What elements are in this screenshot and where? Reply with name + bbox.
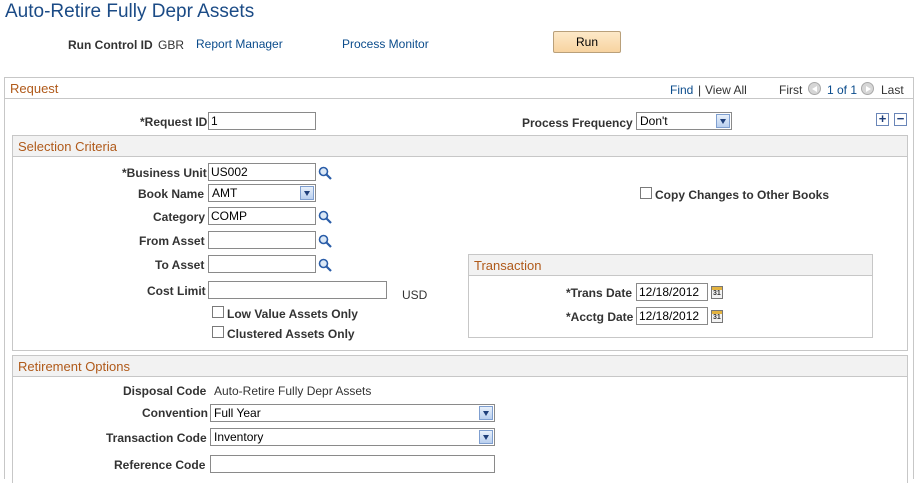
cost-limit-input[interactable] bbox=[208, 281, 387, 299]
book-name-select[interactable]: AMT bbox=[208, 184, 316, 202]
selection-criteria-header: Selection Criteria bbox=[13, 136, 907, 157]
request-header: Request bbox=[5, 78, 913, 99]
search-icon[interactable] bbox=[318, 258, 332, 272]
process-frequency-value: Don't bbox=[640, 114, 668, 128]
trans-date-label: *Trans Date bbox=[566, 286, 633, 300]
book-name-label: Book Name bbox=[138, 187, 205, 201]
from-asset-label: From Asset bbox=[139, 234, 205, 248]
convention-value: Full Year bbox=[214, 406, 261, 420]
next-icon[interactable] bbox=[861, 82, 874, 95]
book-name-value: AMT bbox=[212, 186, 238, 200]
from-asset-input[interactable] bbox=[208, 231, 316, 249]
acctg-date-label: *Acctg Date bbox=[566, 310, 634, 324]
request-id-label: *Request ID bbox=[140, 115, 208, 129]
search-icon[interactable] bbox=[318, 166, 332, 180]
cost-limit-label: Cost Limit bbox=[147, 284, 206, 298]
to-asset-label: To Asset bbox=[155, 258, 205, 272]
chevron-down-icon bbox=[300, 186, 314, 200]
add-row-button[interactable]: + bbox=[876, 112, 889, 126]
search-icon[interactable] bbox=[318, 210, 332, 224]
transaction-header: Transaction bbox=[469, 255, 872, 276]
nav-separator: | bbox=[698, 83, 702, 97]
run-control-value: GBR bbox=[158, 38, 185, 52]
delete-row-button[interactable]: − bbox=[894, 112, 907, 126]
low-value-label: Low Value Assets Only bbox=[227, 307, 358, 321]
previous-icon[interactable] bbox=[808, 82, 821, 95]
clustered-checkbox[interactable] bbox=[212, 326, 224, 338]
process-frequency-label: Process Frequency bbox=[522, 116, 633, 130]
copy-changes-label: Copy Changes to Other Books bbox=[655, 188, 830, 202]
chevron-down-icon bbox=[479, 406, 493, 420]
business-unit-label: *Business Unit bbox=[122, 166, 207, 180]
view-all-link[interactable]: View All bbox=[705, 83, 747, 97]
disposal-code-value: Auto-Retire Fully Depr Assets bbox=[214, 384, 372, 398]
request-id-input[interactable]: 1 bbox=[208, 112, 316, 130]
transaction-code-label: Transaction Code bbox=[106, 431, 207, 445]
convention-select[interactable]: Full Year bbox=[210, 404, 495, 422]
run-button[interactable]: Run bbox=[553, 31, 621, 53]
first-label: First bbox=[779, 83, 803, 97]
report-manager-link[interactable]: Report Manager bbox=[196, 37, 283, 51]
to-asset-input[interactable] bbox=[208, 255, 316, 273]
convention-label: Convention bbox=[142, 406, 208, 420]
low-value-checkbox[interactable] bbox=[212, 306, 224, 318]
retirement-options-header: Retirement Options bbox=[13, 356, 907, 377]
transaction-code-value: Inventory bbox=[214, 430, 264, 444]
pager-text: 1 of 1 bbox=[827, 83, 858, 97]
acctg-date-input[interactable]: 12/18/2012 bbox=[636, 307, 708, 325]
trans-date-input[interactable]: 12/18/2012 bbox=[636, 283, 708, 301]
find-link[interactable]: Find bbox=[670, 83, 693, 97]
process-frequency-select[interactable]: Don't bbox=[636, 112, 732, 130]
copy-changes-checkbox[interactable] bbox=[640, 187, 652, 199]
last-label: Last bbox=[881, 83, 904, 97]
search-icon[interactable] bbox=[318, 234, 332, 248]
disposal-code-label: Disposal Code bbox=[123, 384, 207, 398]
reference-code-label: Reference Code bbox=[114, 458, 206, 472]
currency-label: USD bbox=[402, 288, 428, 302]
category-input[interactable]: COMP bbox=[208, 207, 316, 225]
business-unit-input[interactable]: US002 bbox=[208, 163, 316, 181]
calendar-icon[interactable] bbox=[711, 310, 723, 323]
chevron-down-icon bbox=[479, 430, 493, 444]
transaction-code-select[interactable]: Inventory bbox=[210, 428, 495, 446]
clustered-label: Clustered Assets Only bbox=[227, 327, 355, 341]
page-title: Auto-Retire Fully Depr Assets bbox=[5, 1, 255, 22]
category-label: Category bbox=[153, 210, 206, 224]
reference-code-input[interactable] bbox=[210, 455, 495, 473]
calendar-icon[interactable] bbox=[711, 286, 723, 299]
chevron-down-icon bbox=[716, 114, 730, 128]
process-monitor-link[interactable]: Process Monitor bbox=[342, 37, 429, 51]
run-control-label: Run Control ID bbox=[68, 38, 153, 52]
